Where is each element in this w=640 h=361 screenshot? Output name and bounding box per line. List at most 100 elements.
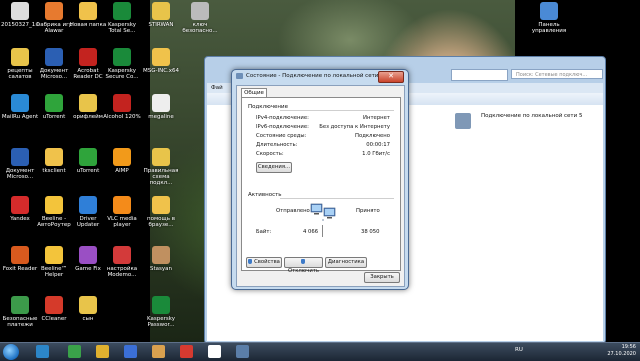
desktop-icon-i32[interactable]: Безопасные платежи <box>1 296 39 328</box>
received-label: Принято <box>356 208 380 214</box>
desktop-icon-label: uTorrent <box>42 114 66 120</box>
desktop-icon-i15[interactable]: Alcohol 120% <box>103 94 141 120</box>
desktop-icon-label: Foxit Reader <box>2 266 38 272</box>
desktop-icon-i8[interactable]: Документ Microso... <box>35 48 73 80</box>
desktop-icon-i34[interactable]: сын <box>69 296 107 322</box>
desktop-icon-label: рецепты салатов <box>7 68 33 80</box>
desktop-icon-label: VLC media player <box>107 216 137 228</box>
details-button[interactable]: Сведения... <box>256 162 292 173</box>
language-indicator[interactable]: RU <box>515 347 523 353</box>
ipv4-value: Интернет <box>363 115 390 121</box>
diagnose-button[interactable]: Диагностика <box>325 257 367 268</box>
desktop-icon-label: Beeline™ Helper <box>41 266 67 278</box>
properties-button[interactable]: Свойства <box>246 257 282 268</box>
connection-item[interactable]: Подключение по локальной сети 5 <box>455 113 595 129</box>
desktop-icon-i2[interactable]: Фабрика игр Alawar <box>35 2 73 34</box>
clock-date: 27.10.2020 <box>607 351 636 357</box>
speed-label: Скорость: <box>256 151 284 157</box>
desktop-icon-label: Yandex <box>10 216 30 222</box>
app-icon <box>79 148 97 166</box>
desktop-icon-i33[interactable]: CCleaner <box>35 296 73 322</box>
desktop-icon-label: Alcohol 120% <box>103 114 141 120</box>
taskbar-ie-icon[interactable] <box>36 345 49 358</box>
desktop-icon-i27[interactable]: Foxit Reader <box>1 246 39 272</box>
taskbar-icon[interactable] <box>152 345 165 358</box>
app-icon <box>45 148 63 166</box>
taskbar-folder-icon[interactable] <box>96 345 109 358</box>
close-button[interactable]: Закрыть <box>364 272 400 283</box>
taskbar-network-icon[interactable] <box>236 345 249 358</box>
app-icon <box>11 246 29 264</box>
start-button[interactable] <box>3 344 19 360</box>
desktop-icon-i4[interactable]: Kaspersky Total Se... <box>103 2 141 34</box>
desktop-icon-i23[interactable]: Beeline - АвтоРоутер <box>35 196 73 228</box>
ipv4-label: IPv4-подключение: <box>256 115 309 121</box>
desktop-icon-i11[interactable]: MSG-INC.x64 <box>142 48 180 74</box>
desktop-icon-i18[interactable]: tksclient <box>35 148 73 174</box>
desktop-icon-i3[interactable]: Новая папка <box>69 2 107 28</box>
taskbar-icon[interactable] <box>68 345 81 358</box>
desktop-icon-i29[interactable]: Game Fix <box>69 246 107 272</box>
desktop-icon-i17[interactable]: Документ Microso... <box>1 148 39 180</box>
app-icon <box>45 246 63 264</box>
duration-label: Длительность: <box>256 142 298 148</box>
desktop-icon-i9[interactable]: Acrobat Reader DC <box>69 48 107 80</box>
menu-file[interactable]: Фай <box>211 85 223 91</box>
activity-separator <box>322 225 323 237</box>
app-icon <box>11 2 29 20</box>
close-icon[interactable]: ✕ <box>378 71 404 83</box>
app-icon <box>11 148 29 166</box>
desktop-icon-i10[interactable]: Kaspersky Secure Co... <box>103 48 141 80</box>
desktop-icon-label: Фабрика игр Alawar <box>35 22 73 34</box>
desktop-icon-i6[interactable]: ключ безопасно... <box>181 2 219 34</box>
desktop-icon-i26[interactable]: помощь в браузе... <box>142 196 180 228</box>
app-icon <box>152 94 170 112</box>
desktop-icon-label: Kaspersky Secure Co... <box>105 68 139 80</box>
desktop-icon-i25[interactable]: VLC media player <box>103 196 141 228</box>
app-icon <box>11 94 29 112</box>
desktop-icon-i16[interactable]: megaline <box>142 94 180 120</box>
app-icon <box>79 246 97 264</box>
desktop-icon-i35[interactable]: Kaspersky Passwor... <box>142 296 180 328</box>
desktop-icon-i19[interactable]: uTorrent <box>69 148 107 174</box>
desktop-icon-label: tksclient <box>42 168 66 174</box>
dialog-title: Состояние - Подключение по локальной сет… <box>246 73 384 79</box>
connection-status-dialog[interactable]: Состояние - Подключение по локальной сет… <box>231 69 409 290</box>
desktop-icon-label: настройка Modemo... <box>106 266 138 278</box>
app-icon <box>79 94 97 112</box>
app-icon <box>45 2 63 20</box>
disable-button[interactable]: Отключить <box>284 257 323 274</box>
taskbar-icon[interactable] <box>124 345 137 358</box>
desktop-icon-i13[interactable]: uTorrent <box>35 94 73 120</box>
desktop-icon-label: 20150327_1... <box>1 22 41 28</box>
media-state-row: Состояние среды: Подключено <box>256 133 390 140</box>
taskbar-opera-icon[interactable] <box>180 345 193 358</box>
desktop-icon-i12[interactable]: MailRu Agent <box>1 94 39 120</box>
desktop-icon-i24[interactable]: Driver Updater <box>69 196 107 228</box>
desktop-icon-i5[interactable]: STIRWAN <box>142 2 180 28</box>
desktop-icon-i28[interactable]: Beeline™ Helper <box>35 246 73 278</box>
app-icon <box>45 296 63 314</box>
desktop-icon-i36[interactable]: Панель управления <box>530 2 568 34</box>
search-input[interactable]: Поиск: Сетевые подключ... <box>511 69 603 79</box>
desktop-icon-i20[interactable]: AIMP <box>103 148 141 174</box>
app-icon <box>113 2 131 20</box>
desktop-icon-i22[interactable]: Yandex <box>1 196 39 222</box>
desktop-icon-i21[interactable]: Правильная схема подкл... <box>142 148 180 186</box>
desktop-icon-label: Driver Updater <box>76 216 100 228</box>
desktop-icon-label: MSG-INC.x64 <box>142 68 180 74</box>
desktop-icon-i31[interactable]: Stasyan <box>142 246 180 272</box>
ipv4-row: IPv4-подключение: Интернет <box>256 115 390 122</box>
desktop-icon-i7[interactable]: рецепты салатов <box>1 48 39 80</box>
desktop-icon-i14[interactable]: орифлейм <box>69 94 107 120</box>
app-icon <box>113 48 131 66</box>
clock[interactable]: 19:56 27.10.2020 <box>607 344 636 358</box>
taskbar-yandex-icon[interactable] <box>208 345 221 358</box>
address-bar[interactable] <box>451 69 508 81</box>
desktop-icon-label: помощь в браузе... <box>147 216 175 228</box>
desktop-icon-i1[interactable]: 20150327_1... <box>1 2 41 28</box>
app-icon <box>11 296 29 314</box>
desktop-icon-i30[interactable]: настройка Modemo... <box>103 246 141 278</box>
media-state-label: Состояние среды: <box>256 133 307 139</box>
taskbar: RU 19:56 27.10.2020 <box>0 342 640 361</box>
